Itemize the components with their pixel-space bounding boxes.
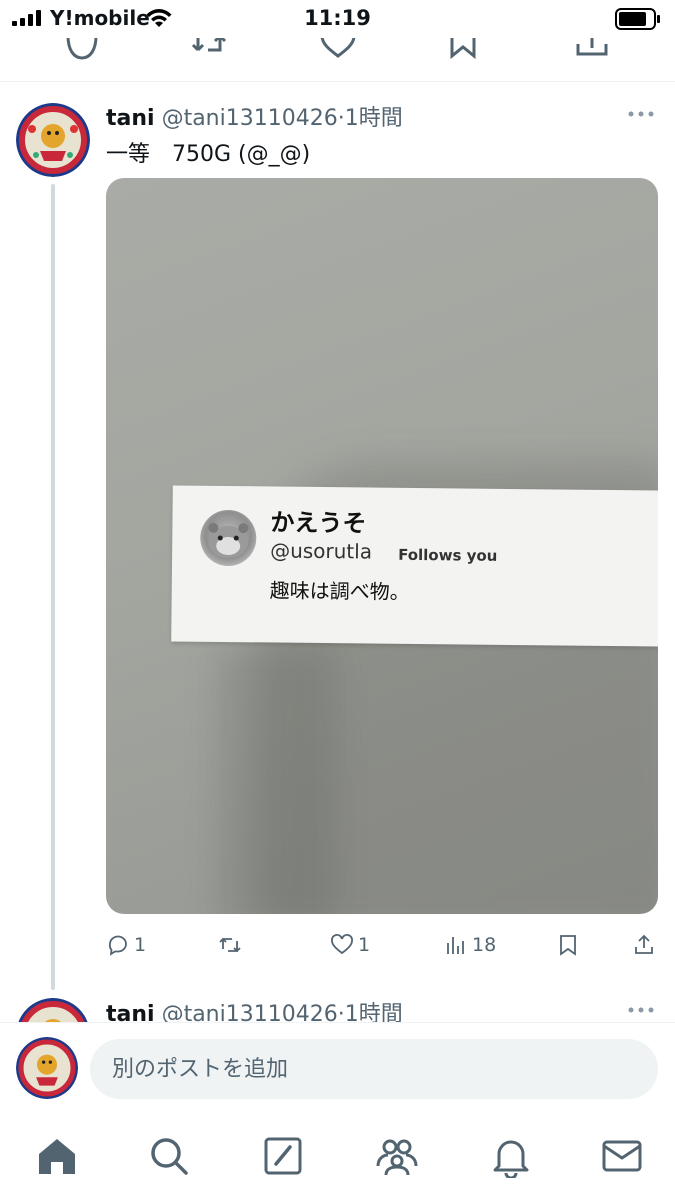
nav-communities[interactable]: [375, 1134, 419, 1178]
nav-compose[interactable]: [261, 1134, 305, 1178]
card-avatar: [199, 509, 257, 567]
compose-icon: [264, 1137, 302, 1175]
manhole-avatar-image: [16, 1037, 78, 1099]
author-handle[interactable]: @tani13110426: [162, 106, 338, 131]
nav-search[interactable]: [147, 1134, 191, 1178]
tweet-timestamp[interactable]: 1時間: [345, 106, 403, 131]
card-bio: 趣味は調べ物。: [269, 578, 410, 604]
add-post-input[interactable]: [90, 1039, 658, 1099]
my-avatar[interactable]: [16, 1037, 78, 1099]
tweet-text: 一等 750G (@_@): [106, 142, 311, 167]
share-button[interactable]: [632, 930, 656, 960]
thread-line: [51, 184, 55, 990]
home-icon: [39, 1139, 75, 1174]
card-name: かえうそ: [270, 508, 367, 538]
status-bar: Y!mobile 11:19: [0, 0, 675, 38]
clock: 11:19: [304, 6, 371, 30]
retweet-icon: [219, 937, 241, 953]
otter-avatar-image: [208, 522, 249, 559]
reply-button[interactable]: 1: [106, 930, 146, 960]
battery-icon: [615, 8, 660, 30]
communities-icon: [376, 1139, 418, 1176]
reply-count: 1: [134, 934, 147, 956]
tweet-header: tani @tani13110426·1時間: [106, 100, 403, 132]
manhole-avatar-image: [16, 103, 90, 177]
avatar[interactable]: [16, 103, 90, 177]
heart-icon: [331, 934, 353, 955]
like-button[interactable]: 1: [330, 930, 370, 960]
notifications-icon: [493, 1140, 529, 1180]
messages-icon: [602, 1140, 642, 1172]
card-follows-badge: Follows you: [398, 545, 498, 565]
search-icon: [151, 1138, 188, 1175]
header-separator: ·: [337, 106, 345, 131]
retweet-button[interactable]: [218, 930, 246, 960]
share-icon: [635, 934, 653, 954]
reply-icon: [108, 935, 127, 956]
printed-profile-card: かえうそ @usorutla Follows you 趣味は調べ物。: [171, 485, 658, 647]
views-button[interactable]: 18: [444, 930, 496, 960]
more-options-icon[interactable]: [627, 100, 655, 128]
nav-home[interactable]: [35, 1134, 79, 1178]
nav-notifications[interactable]: [489, 1134, 533, 1180]
author-name[interactable]: tani: [106, 106, 155, 131]
nav-messages[interactable]: [600, 1134, 644, 1178]
tweet-divider: [0, 81, 675, 82]
reply-composer: [0, 1022, 675, 1120]
tweet-actions: 1 1 18: [106, 930, 666, 960]
bookmark-button[interactable]: [556, 930, 580, 960]
more-options-icon[interactable]: [627, 996, 655, 1024]
bookmark-icon: [560, 935, 576, 956]
views-count: 18: [472, 934, 497, 956]
like-count: 1: [358, 934, 371, 956]
photo-shadow-hand: [216, 648, 336, 914]
tweet-photo[interactable]: かえうそ @usorutla Follows you 趣味は調べ物。: [106, 178, 658, 914]
views-chart-icon: [447, 937, 464, 954]
bottom-navigation: [0, 1120, 675, 1200]
card-handle: @usorutla: [270, 538, 373, 564]
